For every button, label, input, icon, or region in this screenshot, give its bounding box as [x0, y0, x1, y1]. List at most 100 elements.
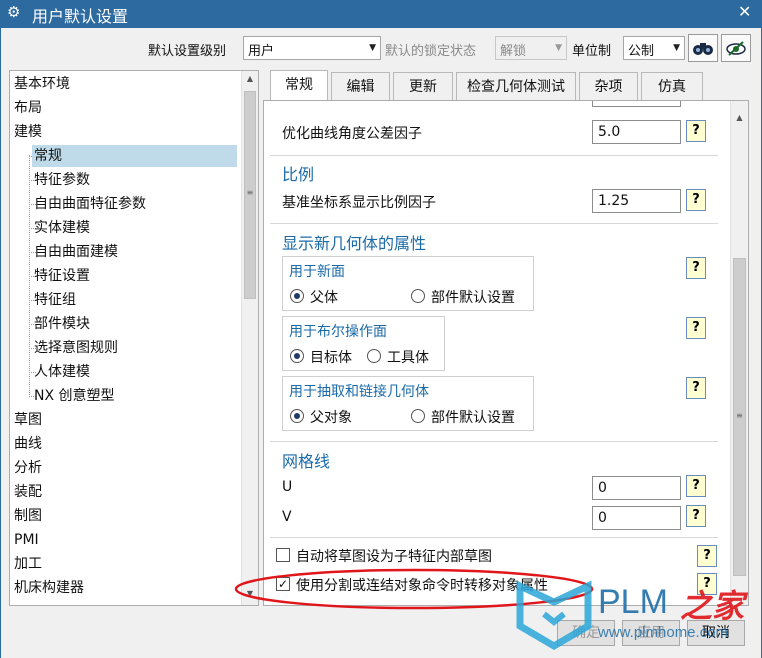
category-tree[interactable]: 基本环境 布局 建模 常规 特征参数 自由曲面特征参数 实体建模 自由曲面建模 特征设置 特征组部…: [9, 70, 259, 606]
cut-off-field[interactable]: [592, 101, 681, 107]
scale-section-title: 比例: [282, 165, 315, 184]
help-icon[interactable]: ?: [697, 545, 717, 567]
level-select[interactable]: 用户 ▼: [243, 36, 381, 60]
scroll-up-icon[interactable]: ▲: [242, 74, 258, 83]
chevron-down-icon: ▼: [673, 43, 680, 53]
divider: [270, 441, 718, 442]
plmhome-logo-icon: [516, 580, 592, 651]
close-icon[interactable]: ✕: [738, 2, 751, 21]
radio-parent-object-label: 父对象: [310, 410, 352, 426]
radio-part-default-2[interactable]: [411, 409, 425, 423]
tree-item[interactable]: 常规: [32, 145, 237, 167]
chevron-down-icon: ▼: [369, 43, 376, 53]
tree-item[interactable]: 特征设置: [32, 265, 237, 287]
tree-item[interactable]: 建模: [14, 121, 239, 143]
tab-4[interactable]: 杂项: [579, 72, 638, 102]
help-icon[interactable]: ?: [686, 475, 706, 497]
radio-parent-body[interactable]: [290, 289, 304, 303]
title-bar: ⚙ 用户默认设置 ✕: [0, 0, 762, 28]
panel-scrollbar[interactable]: ▲ ≡: [730, 101, 748, 605]
auto-internal-sketch-label: 自动将草图设为子特征内部草图: [296, 549, 492, 565]
eye-filter-button[interactable]: [721, 34, 751, 62]
scale-factor-input[interactable]: 1.25: [592, 189, 681, 213]
tree-item[interactable]: PMI: [14, 529, 239, 551]
tree-item[interactable]: 制图: [14, 505, 239, 527]
tree-item[interactable]: 布局: [14, 97, 239, 119]
tree-item[interactable]: 自由曲面建模: [32, 241, 237, 263]
help-icon[interactable]: ?: [686, 317, 706, 339]
tab-2[interactable]: 更新: [393, 72, 453, 102]
v-input[interactable]: 0: [592, 506, 681, 530]
binoculars-button[interactable]: [688, 34, 718, 62]
radio-part-default-1[interactable]: [411, 289, 425, 303]
extract-link-group: 用于抽取和链接几何体 父对象 部件默认设置: [282, 376, 534, 431]
grid-section-title: 网格线: [282, 452, 331, 471]
help-icon[interactable]: ?: [686, 377, 706, 399]
tree-item[interactable]: 曲线: [14, 433, 239, 455]
tree-item[interactable]: 加工: [14, 553, 239, 575]
divider: [270, 155, 718, 156]
curve-tolerance-label: 优化曲线角度公差因子: [282, 126, 422, 142]
tree-guide-line: [29, 155, 30, 395]
radio-parent-body-label: 父体: [310, 290, 338, 306]
scroll-up-icon[interactable]: ▲: [731, 113, 748, 122]
help-icon[interactable]: ?: [686, 257, 706, 279]
tree-item[interactable]: 选择意图规则: [32, 337, 237, 359]
radio-tool-body[interactable]: [367, 349, 381, 363]
tree-item[interactable]: 实体建模: [32, 217, 237, 239]
tree-item[interactable]: 人体建模: [32, 361, 237, 383]
tree-item[interactable]: NX 创意塑型: [32, 385, 237, 407]
radio-target-body-label: 目标体: [310, 350, 352, 366]
level-select-value: 用户: [248, 44, 275, 59]
u-input[interactable]: 0: [592, 476, 681, 500]
unit-select-value: 公制: [628, 44, 655, 59]
radio-part-default-2-label: 部件默认设置: [431, 410, 515, 426]
boolean-face-group-title: 用于布尔操作面: [289, 324, 387, 340]
watermark-brand: PLM: [598, 583, 668, 621]
lock-select[interactable]: 解锁 ▼: [495, 36, 567, 60]
new-face-group: 用于新面 父体 部件默认设置: [282, 256, 534, 311]
radio-tool-body-label: 工具体: [387, 350, 429, 366]
tree-item[interactable]: 分析: [14, 457, 239, 479]
help-icon[interactable]: ?: [686, 120, 706, 142]
auto-internal-sketch-checkbox[interactable]: [276, 548, 290, 562]
settings-panel: 优化曲线角度公差因子 5.0 ? 比例 基准坐标系显示比例因子 1.25 ? 显…: [263, 100, 749, 606]
watermark-brand-cn: 之家: [680, 587, 745, 625]
new-geometry-section-title: 显示新几何体的属性: [282, 234, 427, 253]
lock-label: 默认的锁定状态: [385, 44, 477, 59]
tab-0[interactable]: 常规: [270, 70, 328, 102]
unit-label: 单位制: [572, 44, 612, 59]
tree-item[interactable]: 机床构建器: [14, 577, 239, 599]
v-label: V: [282, 509, 292, 525]
tab-5[interactable]: 仿真: [641, 72, 703, 102]
tree-item[interactable]: 特征参数: [32, 169, 237, 191]
tree-item[interactable]: 草图: [14, 409, 239, 431]
tree-item[interactable]: 装配: [14, 481, 239, 503]
tree-item[interactable]: 自由曲面特征参数: [32, 193, 237, 215]
radio-parent-object[interactable]: [290, 409, 304, 423]
tree-scroll-thumb[interactable]: ≡: [244, 91, 256, 299]
extract-link-group-title: 用于抽取和链接几何体: [289, 384, 429, 400]
tab-1[interactable]: 编辑: [331, 72, 390, 102]
chevron-down-icon: ▼: [555, 43, 562, 53]
panel-scroll-thumb[interactable]: ≡: [733, 258, 746, 576]
u-label: U: [282, 479, 293, 495]
level-label: 默认设置级别: [148, 44, 227, 59]
unit-select[interactable]: 公制 ▼: [623, 36, 685, 60]
boolean-face-group: 用于布尔操作面 目标体 工具体: [282, 316, 445, 371]
curve-tolerance-input[interactable]: 5.0: [592, 120, 681, 144]
radio-part-default-1-label: 部件默认设置: [431, 290, 515, 306]
tree-item[interactable]: 基本环境: [14, 73, 239, 95]
new-face-group-title: 用于新面: [289, 264, 345, 280]
tree-item[interactable]: 特征组: [32, 289, 237, 311]
divider: [270, 223, 718, 224]
tab-3[interactable]: 检查几何体测试: [456, 72, 576, 102]
help-icon[interactable]: ?: [686, 189, 706, 211]
tree-scrollbar[interactable]: ▲ ≡ ▼: [241, 71, 258, 605]
binoculars-icon: [693, 43, 713, 55]
lock-select-value: 解锁: [500, 44, 527, 59]
radio-target-body[interactable]: [290, 349, 304, 363]
tree-item[interactable]: 部件模块: [32, 313, 237, 335]
help-icon[interactable]: ?: [686, 505, 706, 527]
watermark-url: www.plmhome.com: [598, 624, 729, 641]
